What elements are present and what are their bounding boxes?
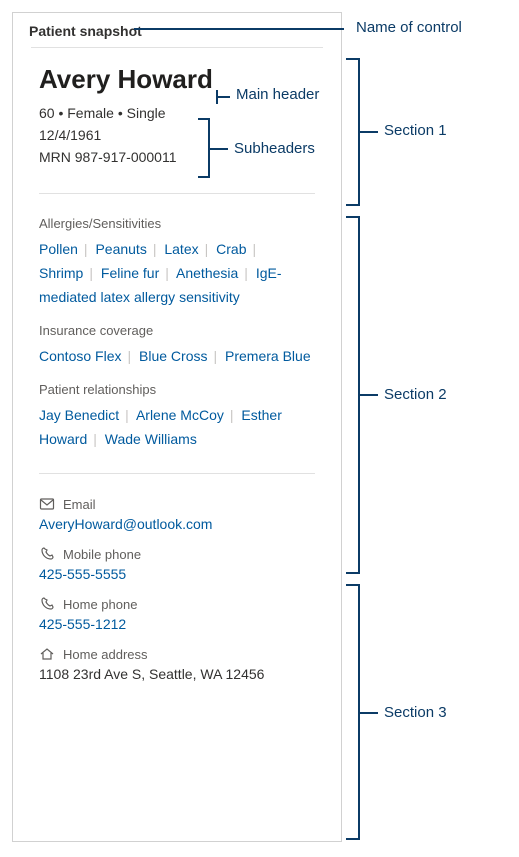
list-item[interactable]: Jay Benedict — [39, 407, 119, 423]
list-item[interactable]: Contoso Flex — [39, 348, 121, 364]
separator: | — [89, 265, 93, 281]
annotation-line — [360, 131, 378, 133]
home-phone-value[interactable]: 425-555-1212 — [39, 616, 315, 632]
home-phone-label: Home phone — [63, 597, 137, 612]
separator: | — [244, 265, 248, 281]
allergies-list: Pollen| Peanuts| Latex| Crab| Shrimp| Fe… — [39, 237, 315, 309]
list-item[interactable]: Peanuts — [95, 241, 146, 257]
annotation-line — [210, 148, 228, 150]
annotation-subheaders: Subheaders — [234, 140, 315, 157]
relationships-label: Patient relationships — [39, 382, 315, 397]
contact-mobile: Mobile phone 425-555-5555 — [39, 546, 315, 582]
list-item[interactable]: Wade Williams — [105, 431, 197, 447]
email-value[interactable]: AveryHoward@outlook.com — [39, 516, 315, 532]
annotation-bracket — [346, 584, 360, 840]
list-item[interactable]: Latex — [164, 241, 198, 257]
separator: | — [165, 265, 169, 281]
annotation-bracket — [346, 58, 360, 206]
home-address-value: 1108 23rd Ave S, Seattle, WA 12456 — [39, 666, 315, 682]
contact-home-phone: Home phone 425-555-1212 — [39, 596, 315, 632]
card-title: Patient snapshot — [13, 13, 341, 47]
insurance-group: Insurance coverage Contoso Flex | Blue Cr… — [39, 323, 315, 368]
insurance-label: Insurance coverage — [39, 323, 315, 338]
phone-icon — [39, 596, 55, 612]
annotation-line — [360, 712, 378, 714]
separator: | — [205, 241, 209, 257]
allergies-label: Allergies/Sensitivities — [39, 216, 315, 231]
annotation-bracket — [198, 118, 210, 178]
annotation-line — [216, 96, 230, 98]
annotation-line — [134, 28, 344, 30]
patient-demo-line: 60 • Female • Single — [39, 105, 315, 121]
list-item[interactable]: Shrimp — [39, 265, 83, 281]
annotation-bracket — [346, 216, 360, 574]
list-item[interactable]: Crab — [216, 241, 246, 257]
list-item[interactable]: Feline fur — [101, 265, 159, 281]
separator: | — [253, 241, 257, 257]
section-3: Email AveryHoward@outlook.com Mobile pho… — [13, 480, 341, 712]
annotation-section-1: Section 1 — [384, 122, 447, 139]
divider — [39, 473, 315, 474]
list-item[interactable]: Pollen — [39, 241, 78, 257]
mail-icon — [39, 496, 55, 512]
list-item[interactable]: Anethesia — [176, 265, 238, 281]
insurance-list: Contoso Flex | Blue Cross | Premera Blue — [39, 344, 315, 368]
contact-home-address: Home address 1108 23rd Ave S, Seattle, W… — [39, 646, 315, 682]
annotation-line — [360, 394, 378, 396]
annotation-section-2: Section 2 — [384, 386, 447, 403]
mobile-label: Mobile phone — [63, 547, 141, 562]
email-label: Email — [63, 497, 96, 512]
patient-snapshot-card: Patient snapshot Avery Howard 60 • Femal… — [12, 12, 342, 842]
annotation-name-of-control: Name of control — [356, 19, 462, 36]
contact-email: Email AveryHoward@outlook.com — [39, 496, 315, 532]
list-item[interactable]: Arlene McCoy — [136, 407, 224, 423]
divider — [39, 193, 315, 194]
annotation-section-3: Section 3 — [384, 704, 447, 721]
mobile-value[interactable]: 425-555-5555 — [39, 566, 315, 582]
separator: | — [84, 241, 88, 257]
separator: | — [153, 241, 157, 257]
phone-icon — [39, 546, 55, 562]
section-2: Allergies/Sensitivities Pollen| Peanuts|… — [13, 200, 341, 467]
annotation-main-header: Main header — [236, 86, 319, 103]
separator: | — [125, 407, 129, 423]
relationships-list: Jay Benedict| Arlene McCoy| Esther Howar… — [39, 403, 315, 451]
allergies-group: Allergies/Sensitivities Pollen| Peanuts|… — [39, 216, 315, 309]
separator: | — [230, 407, 234, 423]
separator: | — [213, 348, 217, 364]
home-address-label: Home address — [63, 647, 148, 662]
section-1: Avery Howard 60 • Female • Single 12/4/1… — [13, 48, 341, 187]
separator: | — [93, 431, 97, 447]
home-icon — [39, 646, 55, 662]
separator: | — [127, 348, 131, 364]
relationships-group: Patient relationships Jay Benedict | Arle… — [39, 382, 315, 451]
list-item[interactable]: Blue Cross — [139, 348, 207, 364]
list-item[interactable]: Premera Blue — [225, 348, 311, 364]
